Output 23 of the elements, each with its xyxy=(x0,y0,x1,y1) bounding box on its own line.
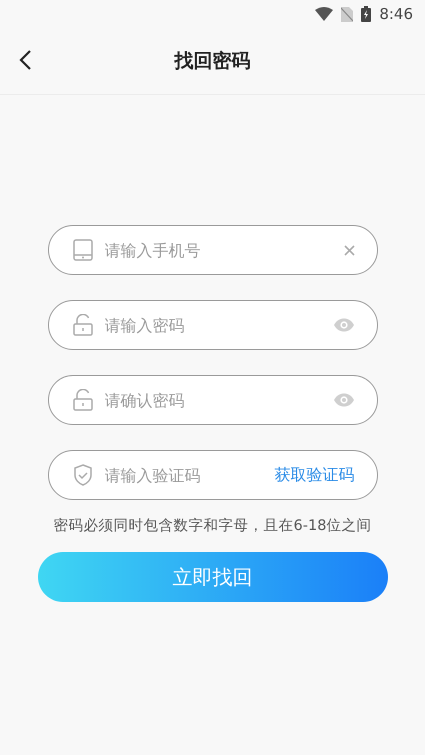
input-field[interactable]: 请输入验证码 获取验证码 xyxy=(48,450,378,500)
battery-icon xyxy=(361,6,372,22)
clear-icon[interactable] xyxy=(344,244,354,256)
status-time: 8:46 xyxy=(379,5,413,23)
password-hint: 密码必须同时包含数字和字母，且在6-18位之间 xyxy=(52,516,372,535)
eye-icon[interactable] xyxy=(332,318,354,332)
no-sim-icon xyxy=(341,6,354,22)
input-field[interactable]: 请确认密码 xyxy=(48,375,378,425)
submit-button[interactable]: 立即找回 xyxy=(38,552,388,602)
text-input[interactable]: 请输入验证码 xyxy=(102,464,264,486)
input-field[interactable]: 请输入手机号 xyxy=(48,225,378,275)
lock-icon xyxy=(72,314,92,336)
tablet-icon xyxy=(72,239,92,261)
eye-icon[interactable] xyxy=(332,393,354,407)
lock-icon xyxy=(72,389,92,411)
text-input[interactable]: 请确认密码 xyxy=(102,390,322,410)
text-input[interactable]: 请输入手机号 xyxy=(102,240,334,260)
page-title: 找回密码 xyxy=(174,49,250,74)
text-input[interactable]: 请输入密码 xyxy=(102,314,322,336)
wifi-icon xyxy=(315,7,334,21)
get-code-link[interactable]: 获取验证码 xyxy=(274,464,354,486)
input-field[interactable]: 请输入密码 xyxy=(48,300,378,350)
shield-icon xyxy=(72,464,92,486)
